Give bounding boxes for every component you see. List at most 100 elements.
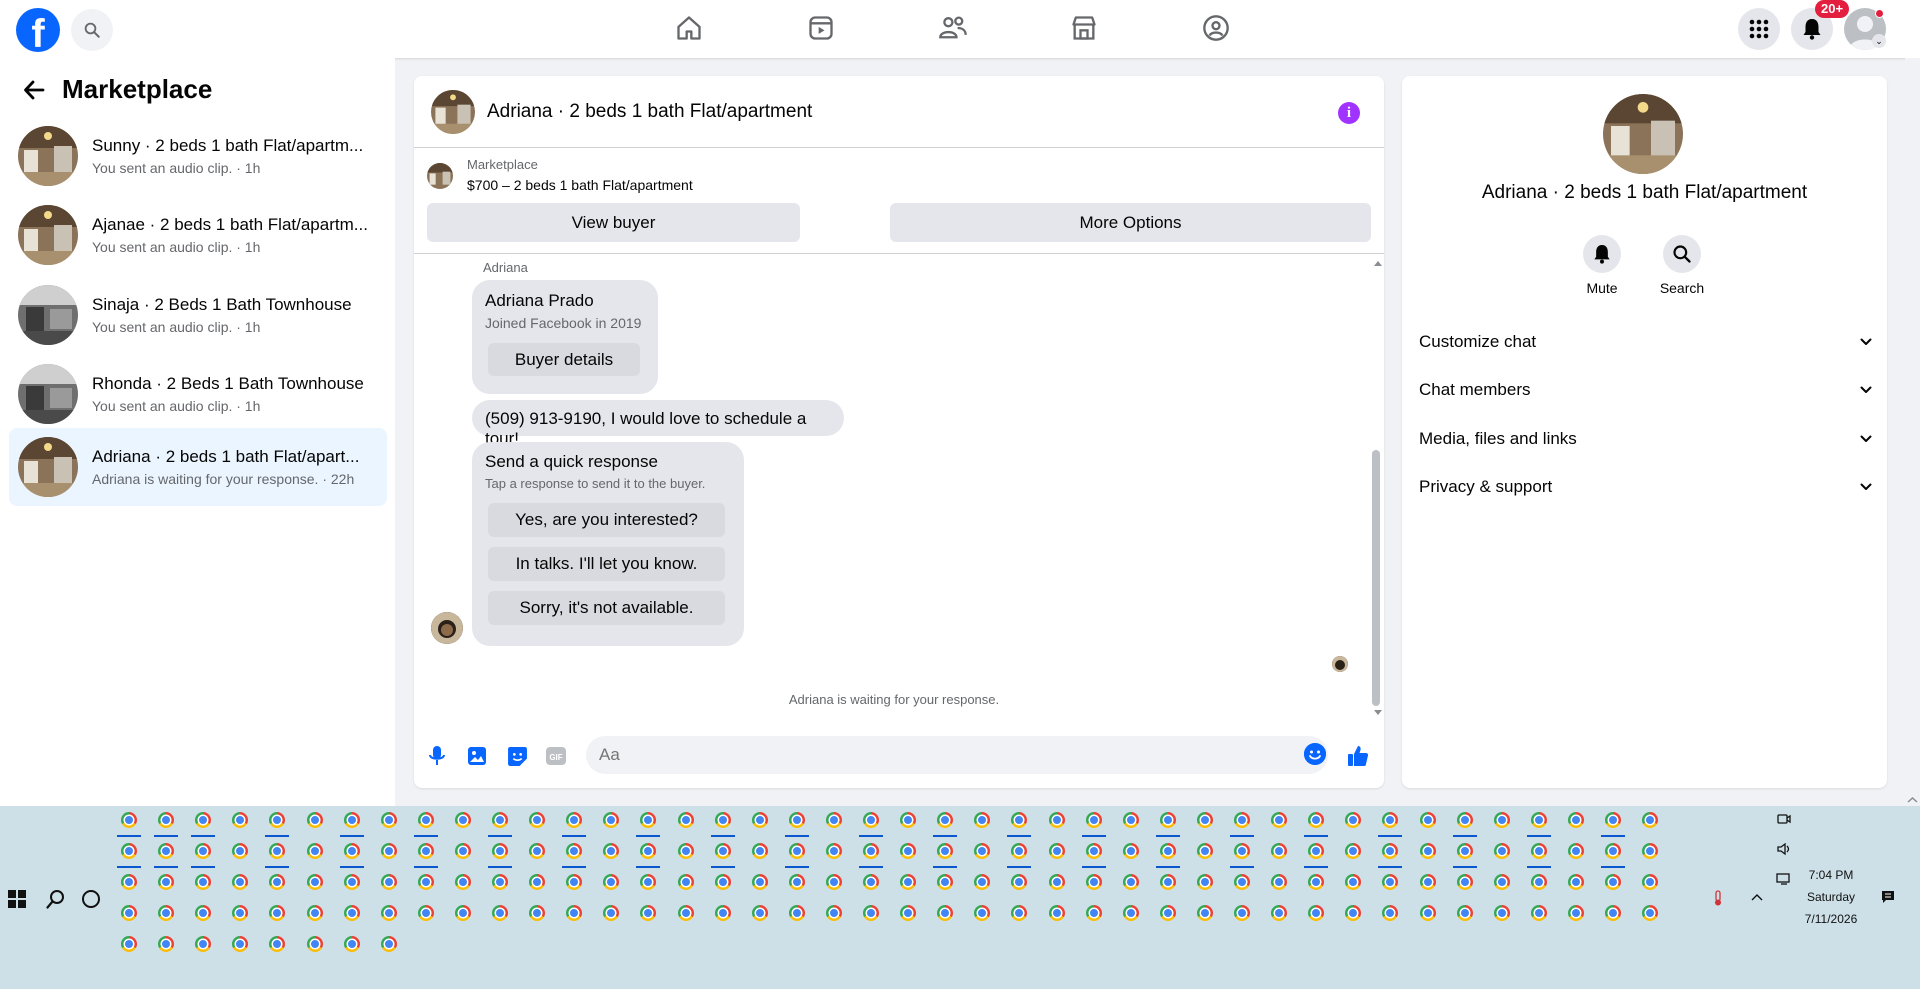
media-files-links-section[interactable]: Media, files and links [1419, 419, 1872, 459]
chrome-taskbar-icon[interactable] [863, 905, 879, 921]
quick-response-option[interactable]: In talks. I'll let you know. [488, 547, 725, 581]
chrome-taskbar-icon[interactable] [788, 874, 805, 890]
chat-header-thumbnail[interactable] [431, 89, 475, 134]
chrome-taskbar-icon[interactable] [1159, 812, 1176, 828]
page-scrollbar[interactable] [1905, 58, 1920, 806]
chrome-taskbar-icon[interactable] [158, 843, 175, 859]
listing-price[interactable]: $700 – 2 beds 1 bath Flat/apartment [467, 175, 693, 195]
chrome-taskbar-icon[interactable] [269, 936, 286, 952]
nav-video[interactable] [801, 10, 841, 46]
chrome-taskbar-icon[interactable] [1345, 843, 1362, 859]
chrome-taskbar-icon[interactable] [714, 874, 731, 890]
chrome-taskbar-icon[interactable] [1234, 874, 1250, 890]
chrome-taskbar-icon[interactable] [1048, 843, 1065, 859]
chrome-taskbar-icon[interactable] [1642, 874, 1659, 890]
back-button[interactable] [20, 76, 48, 104]
chrome-taskbar-icon[interactable] [640, 905, 657, 921]
conversation-item-active[interactable]: Adriana · 2 beds 1 bath Flat/apart... Ad… [9, 428, 387, 506]
sticker-button[interactable] [503, 742, 531, 770]
chrome-taskbar-icon[interactable] [380, 905, 397, 921]
chrome-taskbar-icon[interactable] [269, 874, 286, 890]
facebook-logo[interactable]: f [16, 8, 60, 52]
chrome-taskbar-icon[interactable] [1234, 843, 1250, 859]
chrome-taskbar-icon[interactable] [158, 874, 175, 890]
chrome-taskbar-icon[interactable] [269, 812, 286, 828]
mute-button[interactable]: Mute [1562, 235, 1642, 296]
chrome-taskbar-icon[interactable] [863, 812, 879, 828]
clock-time[interactable]: 7:04 PM [1796, 868, 1866, 882]
chrome-taskbar-icon[interactable] [492, 905, 508, 921]
chrome-taskbar-icon[interactable] [1308, 843, 1325, 859]
chrome-taskbar-icon[interactable] [306, 936, 323, 952]
chrome-taskbar-icon[interactable] [603, 874, 620, 890]
chrome-taskbar-icon[interactable] [343, 874, 360, 890]
clock-day[interactable]: Saturday [1796, 890, 1866, 904]
chrome-taskbar-icon[interactable] [232, 812, 249, 828]
chrome-taskbar-icon[interactable] [603, 843, 620, 859]
chrome-taskbar-icon[interactable] [1456, 905, 1473, 921]
chrome-taskbar-icon[interactable] [1567, 874, 1584, 890]
chrome-taskbar-icon[interactable] [714, 905, 731, 921]
notification-center-icon[interactable] [1880, 889, 1896, 905]
conversation-item[interactable]: Sinaja · 2 Beds 1 Bath Townhouse You sen… [9, 276, 387, 354]
chrome-taskbar-icon[interactable] [825, 874, 842, 890]
chrome-taskbar-icon[interactable] [1048, 812, 1065, 828]
chrome-taskbar-icon[interactable] [1234, 905, 1250, 921]
chrome-taskbar-icon[interactable] [1085, 843, 1102, 859]
listing-photo[interactable] [1603, 94, 1683, 174]
chat-header-title[interactable]: Adriana · 2 beds 1 bath Flat/apartment [487, 101, 812, 123]
buyer-avatar[interactable] [431, 612, 463, 644]
chrome-taskbar-icon[interactable] [380, 843, 397, 859]
chrome-taskbar-icon[interactable] [121, 905, 137, 921]
chrome-taskbar-icon[interactable] [380, 812, 397, 828]
info-icon[interactable]: i [1338, 102, 1360, 124]
chrome-taskbar-icon[interactable] [454, 874, 471, 890]
chrome-taskbar-icon[interactable] [121, 874, 137, 890]
chrome-taskbar-icon[interactable] [195, 936, 212, 952]
chrome-taskbar-icon[interactable] [529, 812, 546, 828]
chrome-taskbar-icon[interactable] [788, 905, 805, 921]
chrome-taskbar-icon[interactable] [603, 905, 620, 921]
chrome-taskbar-icon[interactable] [232, 936, 249, 952]
chrome-taskbar-icon[interactable] [232, 905, 249, 921]
chrome-taskbar-icon[interactable] [566, 905, 583, 921]
chrome-taskbar-icon[interactable] [343, 812, 360, 828]
chrome-taskbar-icon[interactable] [1642, 905, 1659, 921]
chrome-taskbar-icon[interactable] [121, 936, 137, 952]
chrome-taskbar-icon[interactable] [417, 874, 434, 890]
attach-photo-button[interactable] [463, 742, 491, 770]
search-button[interactable] [71, 9, 113, 51]
chrome-taskbar-icon[interactable] [1085, 812, 1102, 828]
windows-start-icon[interactable] [8, 890, 26, 908]
chrome-taskbar-icon[interactable] [900, 874, 917, 890]
chrome-taskbar-icon[interactable] [380, 936, 397, 952]
chrome-taskbar-icon[interactable] [863, 843, 879, 859]
chrome-taskbar-icon[interactable] [1642, 843, 1659, 859]
chrome-taskbar-icon[interactable] [306, 905, 323, 921]
meet-now-icon[interactable] [1776, 811, 1792, 827]
chrome-taskbar-icon[interactable] [492, 843, 508, 859]
chrome-taskbar-icon[interactable] [529, 843, 546, 859]
chrome-taskbar-icon[interactable] [1419, 843, 1436, 859]
chrome-taskbar-icon[interactable] [1011, 874, 1028, 890]
chrome-taskbar-icon[interactable] [1605, 874, 1621, 890]
chrome-taskbar-icon[interactable] [1308, 905, 1325, 921]
chrome-taskbar-icon[interactable] [751, 843, 768, 859]
chrome-taskbar-icon[interactable] [1456, 812, 1473, 828]
chrome-taskbar-icon[interactable] [714, 812, 731, 828]
chrome-taskbar-icon[interactable] [1271, 843, 1288, 859]
chrome-taskbar-icon[interactable] [1493, 905, 1510, 921]
chrome-taskbar-icon[interactable] [900, 812, 917, 828]
chrome-taskbar-icon[interactable] [1530, 812, 1547, 828]
chrome-taskbar-icon[interactable] [1605, 812, 1621, 828]
chrome-taskbar-icon[interactable] [714, 843, 731, 859]
chrome-taskbar-icon[interactable] [1419, 905, 1436, 921]
chrome-taskbar-icon[interactable] [566, 874, 583, 890]
customize-chat-section[interactable]: Customize chat [1419, 322, 1872, 362]
more-options-button[interactable]: More Options [890, 203, 1371, 242]
chrome-taskbar-icon[interactable] [1567, 812, 1584, 828]
chevron-up-icon[interactable] [1749, 890, 1765, 906]
weather-temperature-icon[interactable] [1710, 890, 1726, 906]
chrome-taskbar-icon[interactable] [1122, 905, 1139, 921]
chrome-taskbar-icon[interactable] [751, 905, 768, 921]
